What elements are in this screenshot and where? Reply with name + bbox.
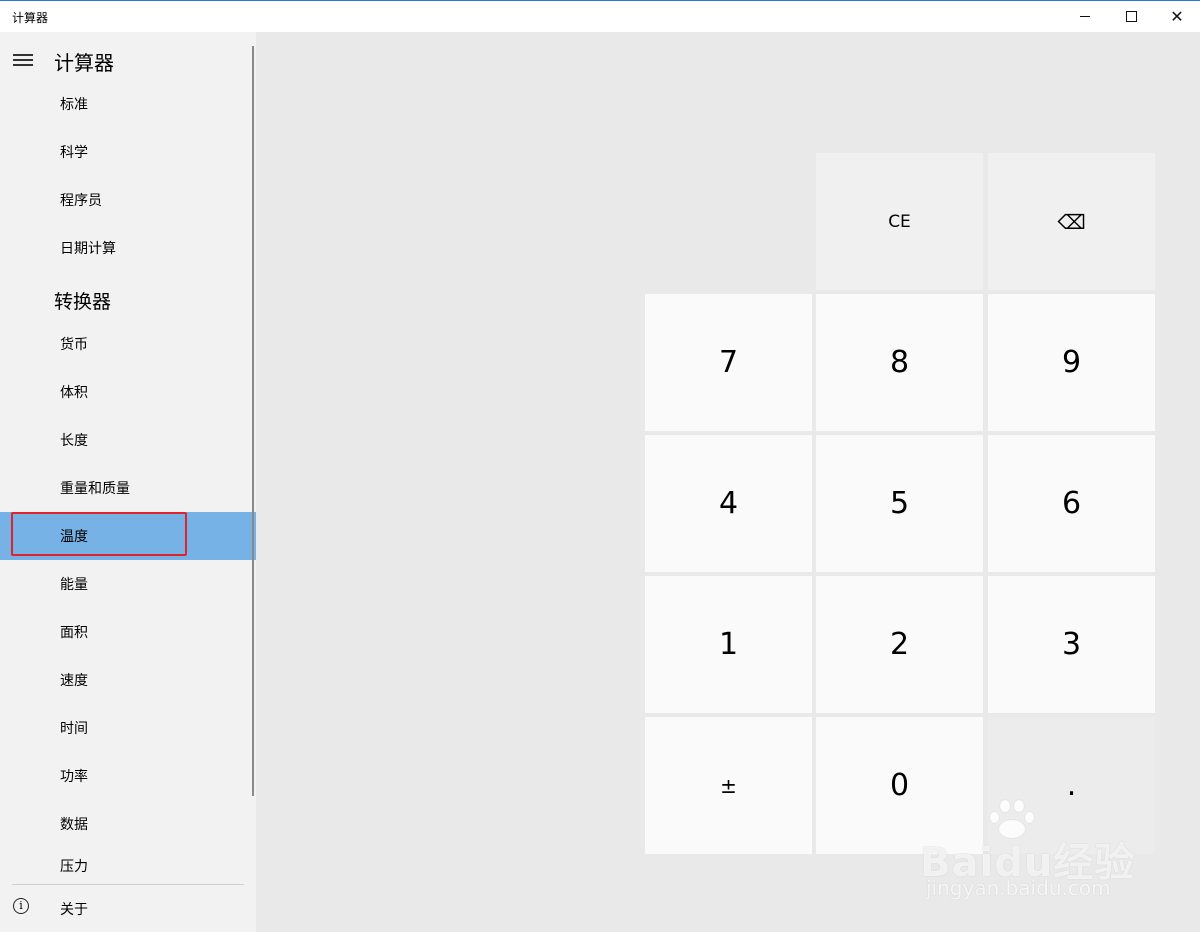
info-icon: i <box>13 898 29 914</box>
nav-item-label: 长度 <box>60 433 88 449</box>
key-label: 3 <box>1061 627 1082 662</box>
clear-entry-button[interactable]: CE <box>816 153 983 290</box>
nav-item-label: 功率 <box>60 769 88 785</box>
nav-item-label: 压力 <box>60 859 88 875</box>
minimize-icon <box>1080 16 1090 17</box>
key-label: 2 <box>889 627 910 662</box>
digit-7-button[interactable]: 7 <box>645 294 812 431</box>
converter-section-header: 转换器 <box>54 291 112 313</box>
key-label: 1 <box>718 627 739 662</box>
maximize-icon <box>1125 11 1137 22</box>
digit-4-button[interactable]: 4 <box>645 435 812 572</box>
red-highlight-box <box>11 512 187 556</box>
nav-item-weight-mass[interactable]: 重量和质量 <box>0 464 256 512</box>
nav-item-label: 面积 <box>60 625 88 641</box>
nav-item-label: 速度 <box>60 673 88 689</box>
key-label: 6 <box>1061 486 1082 521</box>
nav-item-label: 时间 <box>60 721 88 737</box>
backspace-button[interactable]: ⌫ <box>988 153 1155 290</box>
sidebar-header: 计算器 <box>54 51 114 75</box>
nav-item-label: 重量和质量 <box>60 481 130 497</box>
nav-item-label: 科学 <box>60 145 88 161</box>
nav-item-label: 程序员 <box>60 193 102 209</box>
nav-item-time[interactable]: 时间 <box>0 704 256 752</box>
baidu-watermark: Baidu经验 jingyan.baidu.com <box>920 800 1150 910</box>
nav-item-date-calculation[interactable]: 日期计算 <box>0 224 256 272</box>
nav-item-data[interactable]: 数据 <box>0 800 256 848</box>
nav-item-temperature[interactable]: 温度 <box>0 512 256 560</box>
nav-item-standard[interactable]: 标准 <box>0 80 256 128</box>
digit-6-button[interactable]: 6 <box>988 435 1155 572</box>
watermark-url: jingyan.baidu.com <box>926 876 1111 900</box>
title-bar: 计算器 ✕ <box>0 0 1200 32</box>
nav-item-power[interactable]: 功率 <box>0 752 256 800</box>
key-label: 0 <box>889 768 910 803</box>
key-label: 5 <box>889 486 910 521</box>
digit-2-button[interactable]: 2 <box>816 576 983 713</box>
key-label: . <box>1066 768 1077 803</box>
key-label: 9 <box>1061 345 1082 380</box>
nav-item-label: 数据 <box>60 817 88 833</box>
sidebar-divider <box>12 884 244 885</box>
maximize-button[interactable] <box>1108 1 1154 32</box>
nav-item-label: 日期计算 <box>60 241 116 257</box>
nav-item-label: 能量 <box>60 577 88 593</box>
nav-item-label: 标准 <box>60 97 88 113</box>
digit-5-button[interactable]: 5 <box>816 435 983 572</box>
digit-9-button[interactable]: 9 <box>988 294 1155 431</box>
nav-item-area[interactable]: 面积 <box>0 608 256 656</box>
nav-item-volume[interactable]: 体积 <box>0 368 256 416</box>
sidebar-scrollbar[interactable] <box>252 46 254 796</box>
close-button[interactable]: ✕ <box>1154 1 1200 32</box>
close-icon: ✕ <box>1170 7 1184 26</box>
nav-item-currency[interactable]: 货币 <box>0 320 256 368</box>
key-label: CE <box>888 211 911 232</box>
digit-1-button[interactable]: 1 <box>645 576 812 713</box>
nav-item-label: 货币 <box>60 337 88 353</box>
nav-item-pressure[interactable]: 压力 <box>0 848 256 884</box>
key-label: 4 <box>718 486 739 521</box>
window-title: 计算器 <box>12 11 49 25</box>
nav-item-speed[interactable]: 速度 <box>0 656 256 704</box>
about-label: 关于 <box>60 902 88 918</box>
digit-3-button[interactable]: 3 <box>988 576 1155 713</box>
negate-button[interactable]: ± <box>645 717 812 854</box>
key-label: 8 <box>889 345 910 380</box>
hamburger-icon[interactable] <box>13 52 35 66</box>
nav-item-length[interactable]: 长度 <box>0 416 256 464</box>
nav-item-label: 体积 <box>60 385 88 401</box>
nav-item-programmer[interactable]: 程序员 <box>0 176 256 224</box>
minimize-button[interactable] <box>1062 1 1108 32</box>
backspace-icon: ⌫ <box>1057 209 1086 234</box>
nav-item-scientific[interactable]: 科学 <box>0 128 256 176</box>
key-label: ± <box>720 773 737 798</box>
key-label: 7 <box>718 345 739 380</box>
nav-item-energy[interactable]: 能量 <box>0 560 256 608</box>
about-button[interactable]: i 关于 <box>0 888 256 928</box>
navigation-sidebar: 计算器 标准 科学 程序员 日期计算 转换器 货币 体积 长度 重量和质量 温度… <box>0 32 256 932</box>
digit-8-button[interactable]: 8 <box>816 294 983 431</box>
